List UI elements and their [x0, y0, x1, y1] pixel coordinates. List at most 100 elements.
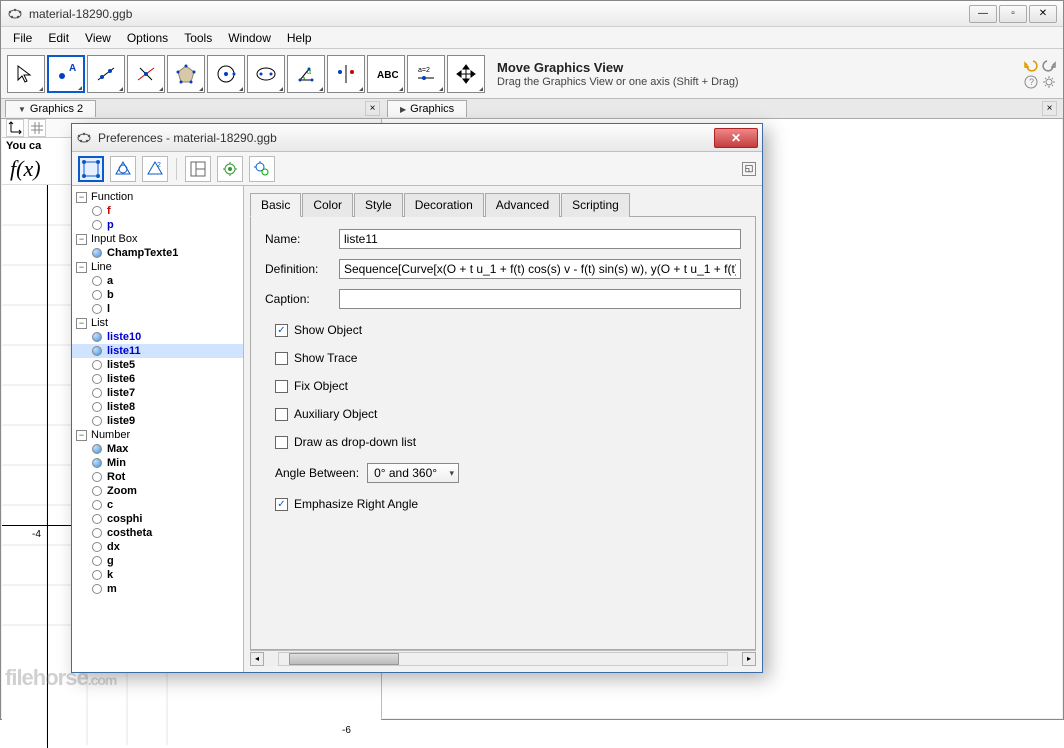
menu-tools[interactable]: Tools	[176, 29, 220, 47]
prop-tab-scripting[interactable]: Scripting	[561, 193, 630, 217]
prop-tab-basic[interactable]: Basic	[250, 193, 301, 217]
emphasize-right-angle-checkbox[interactable]: ✓Emphasize Right Angle	[275, 497, 741, 511]
settings-icon[interactable]	[1041, 74, 1057, 90]
menu-help[interactable]: Help	[279, 29, 320, 47]
tab-graphics-close[interactable]: ×	[1042, 101, 1057, 116]
menu-options[interactable]: Options	[119, 29, 176, 47]
visibility-dot-icon[interactable]	[92, 444, 102, 454]
tree-item[interactable]: a	[72, 274, 243, 288]
visibility-dot-icon[interactable]	[92, 500, 102, 510]
tree-expander-icon[interactable]: −	[76, 234, 87, 245]
auxiliary-object-checkbox[interactable]: Auxiliary Object	[275, 407, 741, 421]
dialog-titlebar[interactable]: Preferences - material-18290.ggb ✕	[72, 124, 762, 152]
tree-expander-icon[interactable]: −	[76, 318, 87, 329]
visibility-dot-icon[interactable]	[92, 416, 102, 426]
dropdown-checkbox[interactable]: Draw as drop-down list	[275, 435, 741, 449]
tree-expander-icon[interactable]: −	[76, 262, 87, 273]
prop-tab-advanced[interactable]: Advanced	[485, 193, 560, 217]
angle-between-combo[interactable]: 0° and 360°	[367, 463, 459, 483]
tree-item[interactable]: f	[72, 204, 243, 218]
visibility-dot-icon[interactable]	[92, 556, 102, 566]
prefs-layout-icon[interactable]	[185, 156, 211, 182]
tree-expander-icon[interactable]: −	[76, 192, 87, 203]
tree-item[interactable]: cosphi	[72, 512, 243, 526]
prop-tab-color[interactable]: Color	[302, 193, 353, 217]
visibility-dot-icon[interactable]	[92, 346, 102, 356]
tree-expander-icon[interactable]: −	[76, 430, 87, 441]
fix-object-checkbox[interactable]: Fix Object	[275, 379, 741, 393]
visibility-dot-icon[interactable]	[92, 248, 102, 258]
tree-item[interactable]: b	[72, 288, 243, 302]
tab-graphics[interactable]: ▶Graphics	[387, 100, 467, 117]
show-object-checkbox[interactable]: ✓Show Object	[275, 323, 741, 337]
menu-view[interactable]: View	[77, 29, 119, 47]
tree-item[interactable]: liste8	[72, 400, 243, 414]
visibility-dot-icon[interactable]	[92, 304, 102, 314]
tree-item[interactable]: liste10	[72, 330, 243, 344]
visibility-dot-icon[interactable]	[92, 514, 102, 524]
tree-item[interactable]: dx	[72, 540, 243, 554]
visibility-dot-icon[interactable]	[92, 472, 102, 482]
definition-input[interactable]	[339, 259, 741, 279]
help-icon[interactable]: ?	[1023, 74, 1039, 90]
prefs-graphics-icon[interactable]	[110, 156, 136, 182]
visibility-dot-icon[interactable]	[92, 458, 102, 468]
visibility-dot-icon[interactable]	[92, 206, 102, 216]
tree-item[interactable]: Zoom	[72, 484, 243, 498]
tree-item[interactable]: costheta	[72, 526, 243, 540]
visibility-dot-icon[interactable]	[92, 276, 102, 286]
visibility-dot-icon[interactable]	[92, 570, 102, 580]
grid-toggle-icon[interactable]	[28, 119, 46, 137]
visibility-dot-icon[interactable]	[92, 220, 102, 230]
menu-edit[interactable]: Edit	[40, 29, 77, 47]
menu-file[interactable]: File	[5, 29, 40, 47]
tool-line[interactable]	[87, 55, 125, 93]
maximize-button[interactable]: ▫	[999, 5, 1027, 23]
properties-hscroll[interactable]: ◂ ▸	[250, 650, 756, 666]
tree-item[interactable]: k	[72, 568, 243, 582]
tree-item[interactable]: Rot	[72, 470, 243, 484]
visibility-dot-icon[interactable]	[92, 388, 102, 398]
tool-polygon[interactable]	[167, 55, 205, 93]
prop-tab-decoration[interactable]: Decoration	[404, 193, 484, 217]
caption-input[interactable]	[339, 289, 741, 309]
tree-item[interactable]: liste9	[72, 414, 243, 428]
tree-category[interactable]: −Function	[72, 190, 243, 204]
tree-item[interactable]: g	[72, 554, 243, 568]
tool-slider[interactable]: a=2	[407, 55, 445, 93]
visibility-dot-icon[interactable]	[92, 332, 102, 342]
tree-item[interactable]: ChampTexte1	[72, 246, 243, 260]
tool-perpendicular[interactable]	[127, 55, 165, 93]
tree-item[interactable]: l	[72, 302, 243, 316]
tree-item[interactable]: p	[72, 218, 243, 232]
tool-circle[interactable]	[207, 55, 245, 93]
dialog-popout-icon[interactable]: ◱	[742, 162, 756, 176]
tool-ellipse[interactable]	[247, 55, 285, 93]
visibility-dot-icon[interactable]	[92, 290, 102, 300]
visibility-dot-icon[interactable]	[92, 528, 102, 538]
tree-category[interactable]: −Line	[72, 260, 243, 274]
prop-tab-style[interactable]: Style	[354, 193, 403, 217]
dialog-close-button[interactable]: ✕	[714, 128, 758, 148]
tab-graphics2-close[interactable]: ×	[365, 101, 380, 116]
tree-category[interactable]: −Number	[72, 428, 243, 442]
visibility-dot-icon[interactable]	[92, 486, 102, 496]
tool-reflect[interactable]	[327, 55, 365, 93]
visibility-dot-icon[interactable]	[92, 542, 102, 552]
prefs-defaults-icon[interactable]	[217, 156, 243, 182]
tool-move[interactable]	[7, 55, 45, 93]
tree-item[interactable]: liste7	[72, 386, 243, 400]
visibility-dot-icon[interactable]	[92, 584, 102, 594]
tree-item[interactable]: liste6	[72, 372, 243, 386]
axes-toggle-icon[interactable]	[6, 119, 24, 137]
tool-text[interactable]: ABC	[367, 55, 405, 93]
tree-item[interactable]: liste5	[72, 358, 243, 372]
close-button[interactable]: ✕	[1029, 5, 1057, 23]
visibility-dot-icon[interactable]	[92, 374, 102, 384]
menu-window[interactable]: Window	[220, 29, 279, 47]
prefs-graphics2-icon[interactable]: 2	[142, 156, 168, 182]
visibility-dot-icon[interactable]	[92, 360, 102, 370]
tool-angle[interactable]: α	[287, 55, 325, 93]
prefs-advanced-icon[interactable]	[249, 156, 275, 182]
minimize-button[interactable]: —	[969, 5, 997, 23]
